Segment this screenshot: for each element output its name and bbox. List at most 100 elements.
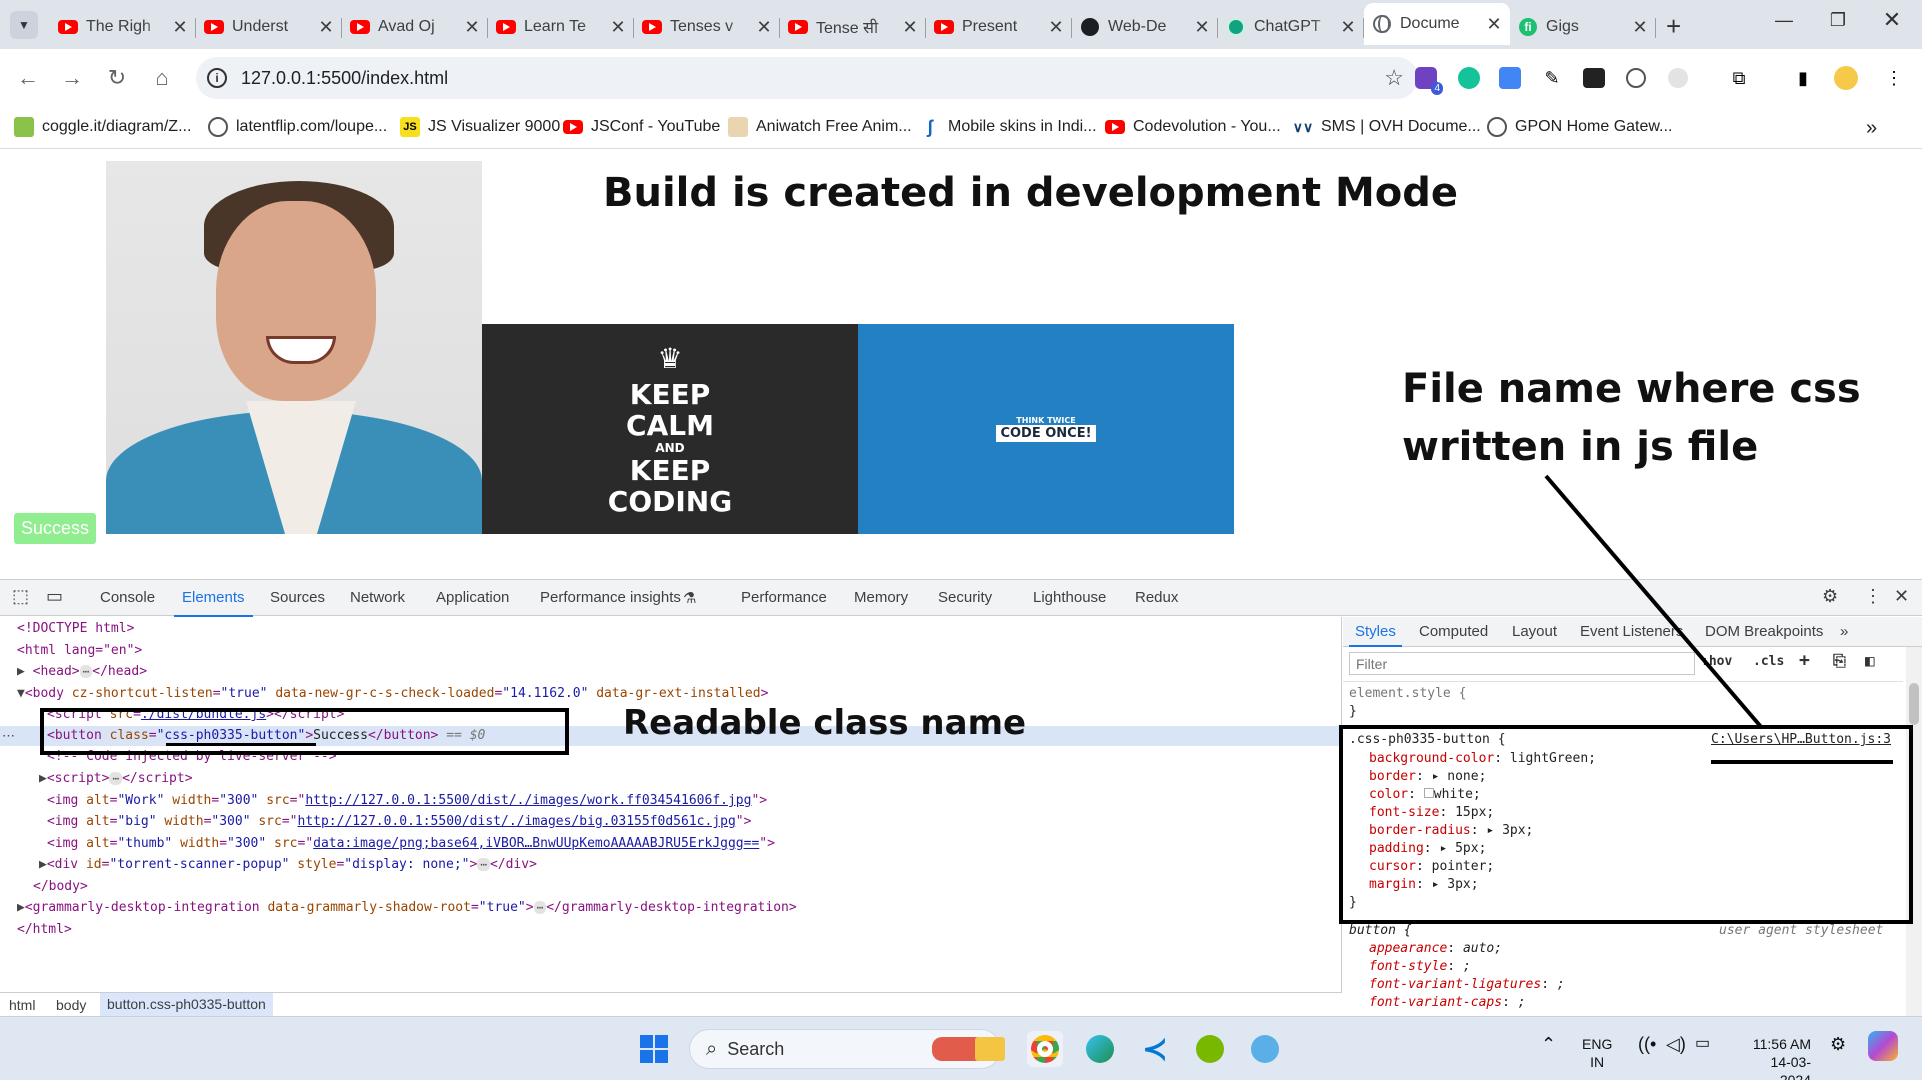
tab-close-icon[interactable]: ✕ (172, 17, 188, 38)
eyedropper-icon[interactable]: ✎ (1538, 64, 1566, 92)
tab-search-button[interactable]: ▼ (10, 11, 38, 39)
expand-triangle-icon[interactable]: ▶ (39, 771, 47, 786)
start-windows-icon[interactable] (636, 1031, 672, 1067)
tab-layout[interactable]: Layout (1512, 623, 1557, 640)
ua-selector[interactable]: button { (1349, 922, 1412, 940)
ai-extension-icon[interactable] (1664, 64, 1692, 92)
browser-tab[interactable]: Underst ✕ (196, 9, 342, 45)
bookmark-codevolution[interactable]: Codevolution - You... (1105, 117, 1281, 137)
dom-img-thumb[interactable]: <img alt="thumb" width="300" src="data:i… (47, 834, 775, 854)
browser-tab[interactable]: Web-De ✕ (1072, 9, 1218, 45)
tab-event-listeners[interactable]: Event Listeners (1580, 623, 1683, 640)
app-icon[interactable] (1247, 1031, 1283, 1067)
bookmark-mobile-skins[interactable]: ʃ Mobile skins in Indi... (920, 117, 1097, 137)
new-rule-icon[interactable]: + (1799, 650, 1810, 671)
new-tab-button[interactable]: + (1666, 11, 1681, 49)
scrollbar-thumb[interactable] (1909, 683, 1919, 725)
tab-close-icon[interactable]: ✕ (610, 17, 626, 38)
settings-gear-icon[interactable]: ⚙ (1822, 586, 1838, 607)
element-style-selector[interactable]: element.style { (1349, 685, 1466, 703)
bookmark-aniwatch[interactable]: Aniwatch Free Anim... (728, 117, 912, 137)
tab-sources[interactable]: Sources (270, 589, 325, 606)
row-more-icon[interactable]: ⋯ (2, 726, 15, 746)
browser-tab[interactable]: fi Gigs ✕ (1510, 9, 1656, 45)
dom-head[interactable]: ▶ <head> ⋯ </head> (17, 662, 147, 682)
browser-tab[interactable]: Docume ✕ (1364, 3, 1510, 45)
url-text[interactable]: 127.0.0.1:5500/index.html (241, 68, 448, 89)
tab-memory[interactable]: Memory (854, 589, 908, 606)
tab-close-icon[interactable]: ✕ (1048, 17, 1064, 38)
bookmark-gpon[interactable]: GPON Home Gatew... (1487, 117, 1672, 137)
tab-computed[interactable]: Computed (1419, 623, 1488, 640)
tab-close-icon[interactable]: ✕ (902, 17, 918, 38)
browser-tab[interactable]: Tense सी ✕ (780, 9, 926, 45)
home-button[interactable]: ⌂ (146, 62, 178, 94)
breadcrumb-html[interactable]: html (9, 997, 35, 1013)
tab-close-icon[interactable]: ✕ (1340, 17, 1356, 38)
bookmark-ovh[interactable]: ∨∨ SMS | OVH Docume... (1293, 117, 1481, 137)
tab-security[interactable]: Security (938, 589, 992, 606)
collapsed-dots[interactable]: ⋯ (477, 858, 490, 871)
close-devtools-icon[interactable]: ✕ (1894, 586, 1909, 607)
dom-grammarly[interactable]: ▶<grammarly-desktop-integration data-gra… (17, 898, 797, 918)
toggle-sidebar-icon[interactable]: ◧ (1865, 651, 1875, 670)
collapsed-dots[interactable]: ⋯ (109, 772, 123, 785)
file-explorer-icon[interactable] (972, 1031, 1008, 1067)
taskbar-search[interactable]: ⌕ Search (689, 1029, 1001, 1069)
tab-console[interactable]: Console (100, 589, 155, 606)
dom-img-big[interactable]: <img alt="big" width="300" src="http://1… (47, 812, 751, 832)
tray-overflow-icon[interactable]: ⌃ (1541, 1035, 1556, 1053)
success-button[interactable]: Success (14, 513, 96, 544)
device-toolbar-icon[interactable]: ▭ (46, 586, 63, 607)
ua-prop[interactable]: font-variant-ligatures: ; (1369, 976, 1565, 994)
close-window-button[interactable]: ✕ (1865, 0, 1919, 40)
styles-filter-input[interactable] (1349, 652, 1695, 675)
volume-icon[interactable]: ◁) (1666, 1035, 1686, 1053)
bookmark-star-icon[interactable]: ☆ (1384, 65, 1404, 91)
tab-close-icon[interactable]: ✕ (464, 17, 480, 38)
tab-redux[interactable]: Redux (1135, 589, 1178, 606)
copilot-icon[interactable] (1868, 1031, 1898, 1061)
dom-body[interactable]: ▼<body cz-shortcut-listen="true" data-ne… (17, 684, 768, 704)
address-bar[interactable]: i 127.0.0.1:5500/index.html ☆ (196, 57, 1418, 99)
extension-badge-icon[interactable]: 4 (1412, 64, 1443, 95)
grammarly-icon[interactable] (1455, 64, 1483, 92)
expand-triangle-icon[interactable]: ▶ (17, 664, 25, 679)
reload-button[interactable]: ↻ (101, 62, 133, 94)
tab-close-icon[interactable]: ✕ (1194, 17, 1210, 38)
tab-performance-insights[interactable]: Performance insights (540, 589, 681, 606)
breadcrumb-body[interactable]: body (56, 997, 86, 1013)
language-indicator[interactable]: ENG IN (1582, 1035, 1612, 1071)
bookmarks-overflow-icon[interactable]: » (1866, 117, 1877, 140)
breadcrumb-button[interactable]: button.css-ph0335-button (100, 993, 273, 1016)
tab-network[interactable]: Network (350, 589, 405, 606)
expand-triangle-icon[interactable]: ▶ (17, 900, 25, 915)
bookmark-coggle[interactable]: coggle.it/diagram/Z... (14, 117, 191, 137)
ua-prop[interactable]: font-style: ; (1369, 958, 1471, 976)
bookmark-latentflip[interactable]: latentflip.com/loupe... (208, 117, 387, 137)
collapse-triangle-icon[interactable]: ▼ (17, 686, 25, 701)
dom-html[interactable]: <html lang="en"> (17, 641, 142, 661)
bookmark-jsconf[interactable]: JSConf - YouTube (563, 117, 720, 137)
wifi-icon[interactable]: ((• (1638, 1035, 1656, 1053)
tab-styles[interactable]: Styles (1349, 623, 1402, 647)
hov-toggle[interactable]: :hov (1701, 654, 1732, 669)
edge-icon[interactable] (1082, 1031, 1118, 1067)
tab-dom-breakpoints[interactable]: DOM Breakpoints (1705, 623, 1823, 640)
devtools-menu-icon[interactable]: ⋮ (1864, 586, 1882, 607)
browser-tab[interactable]: Tenses v ✕ (634, 9, 780, 45)
cookie-icon[interactable] (1622, 64, 1650, 92)
restore-button[interactable]: ❐ (1811, 0, 1865, 40)
tab-close-icon[interactable]: ✕ (318, 17, 334, 38)
dom-body-close[interactable]: </body> (33, 877, 88, 897)
browser-tab[interactable]: Present ✕ (926, 9, 1072, 45)
browser-tab[interactable]: Avad Oj ✕ (342, 9, 488, 45)
browser-tab[interactable]: The Righ ✕ (50, 9, 196, 45)
cls-toggle[interactable]: .cls (1753, 654, 1784, 669)
profile-avatar[interactable] (1832, 64, 1860, 92)
collapsed-dots[interactable]: ⋯ (533, 901, 547, 914)
notification-settings-icon[interactable]: ⚙ (1830, 1035, 1846, 1053)
vscode-icon[interactable]: ≺ (1137, 1031, 1173, 1067)
browser-tab[interactable]: ChatGPT ✕ (1218, 9, 1364, 45)
utorrent-icon[interactable] (1192, 1031, 1228, 1067)
